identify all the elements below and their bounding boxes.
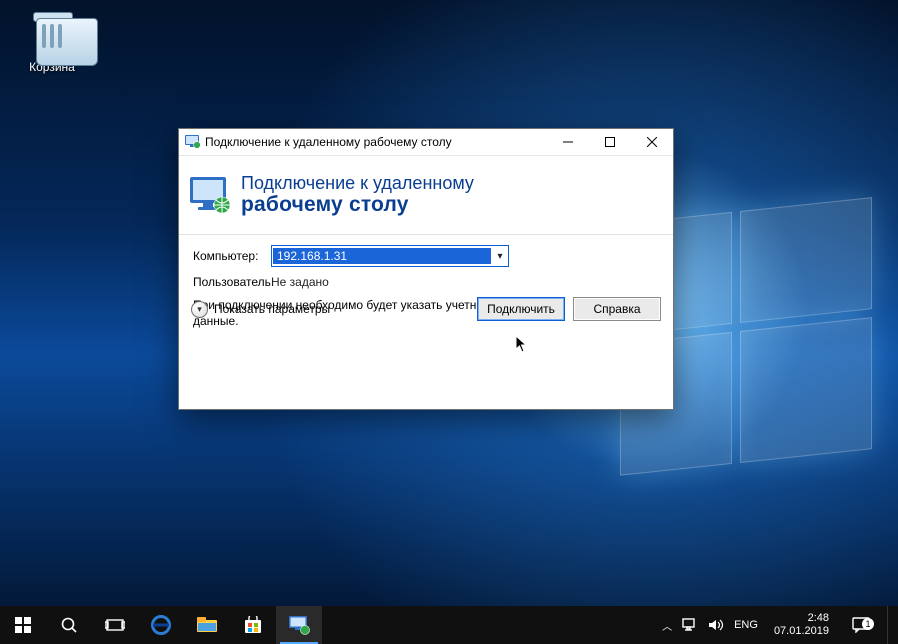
- minimize-button[interactable]: [547, 129, 589, 155]
- taskbar-app-store[interactable]: [230, 606, 276, 644]
- search-button[interactable]: [46, 606, 92, 644]
- tray-chevron-up-icon[interactable]: ︿: [662, 618, 672, 633]
- notification-badge: 1: [862, 618, 874, 630]
- taskbar-app-explorer[interactable]: [184, 606, 230, 644]
- tray-time: 2:48: [774, 612, 829, 625]
- user-value: Не задано: [271, 275, 329, 289]
- start-button[interactable]: [0, 606, 46, 644]
- mouse-cursor-icon: [515, 335, 529, 358]
- chevron-down-icon: ▾: [191, 301, 208, 318]
- dialog-heading-line2: рабочему столу: [241, 193, 474, 217]
- taskbar-app-edge[interactable]: [138, 606, 184, 644]
- computer-value: 192.168.1.31: [273, 248, 491, 264]
- show-options-expander[interactable]: ▾ Показать параметры: [191, 301, 330, 318]
- connect-button[interactable]: Подключить: [477, 297, 565, 321]
- system-tray: ︿ ENG 2:48 07.01.2019: [654, 606, 898, 644]
- clock[interactable]: 2:48 07.01.2019: [768, 612, 835, 637]
- language-indicator[interactable]: ENG: [734, 619, 758, 631]
- desktop-icon-recycle-bin[interactable]: Корзина: [16, 10, 88, 74]
- network-icon[interactable]: [682, 618, 698, 632]
- tray-date: 07.01.2019: [774, 625, 829, 638]
- chevron-down-icon[interactable]: ▾: [492, 251, 508, 262]
- close-button[interactable]: [631, 129, 673, 155]
- help-button[interactable]: Справка: [573, 297, 661, 321]
- show-desktop-button[interactable]: [887, 606, 894, 644]
- label-user: Пользователь:: [193, 275, 271, 289]
- window-title: Подключение к удаленному рабочему столу: [203, 135, 547, 149]
- rdp-app-icon: [183, 135, 203, 149]
- volume-icon[interactable]: [708, 618, 724, 632]
- maximize-button[interactable]: [589, 129, 631, 155]
- taskbar: ︿ ENG 2:48 07.01.2019: [0, 606, 898, 644]
- dialog-banner: Подключение к удаленному рабочему столу: [179, 156, 673, 235]
- label-computer: Компьютер:: [193, 249, 271, 263]
- computer-combobox[interactable]: 192.168.1.31 ▾: [271, 245, 509, 267]
- dialog-heading-line1: Подключение к удаленному: [241, 173, 474, 194]
- task-view-button[interactable]: [92, 606, 138, 644]
- expander-label: Показать параметры: [214, 302, 330, 316]
- titlebar[interactable]: Подключение к удаленному рабочему столу: [179, 129, 673, 156]
- rdp-banner-icon: [179, 175, 241, 215]
- desktop[interactable]: Корзина Подключение к удаленному рабочем…: [0, 0, 898, 644]
- taskbar-app-rdp[interactable]: [276, 606, 322, 644]
- rdp-window: Подключение к удаленному рабочему столу: [178, 128, 674, 410]
- action-center-button[interactable]: 1: [845, 617, 877, 633]
- recycle-bin-icon: [31, 10, 73, 56]
